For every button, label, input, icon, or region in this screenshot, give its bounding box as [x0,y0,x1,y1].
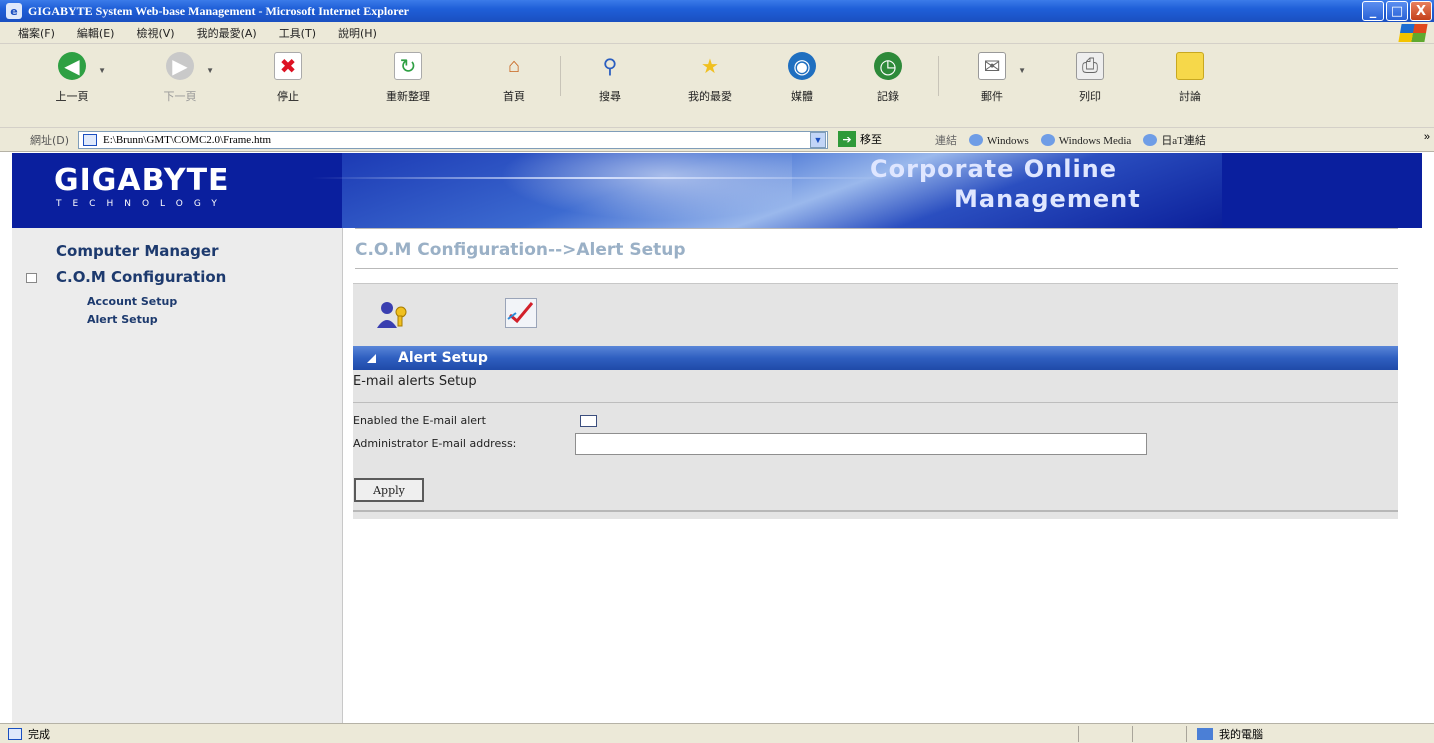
checkmark-icon [507,302,534,324]
go-arrow-icon: ➔ [838,131,856,147]
security-zone: 我的電腦 [1197,726,1263,742]
link-free[interactable]: 日aT連結 [1143,132,1206,148]
menu-favorites[interactable]: 我的最愛(A) [197,25,257,41]
forward-button[interactable]: ▶ 下一頁 ▼ [150,52,214,104]
top-rule [355,228,1398,229]
sidebar-item-account-setup[interactable]: Account Setup [87,295,177,308]
menu-edit[interactable]: 編輯(E) [77,25,115,41]
media-globe-icon: ◉ [788,52,816,80]
home-icon: ⌂ [507,54,521,77]
computer-icon [1197,728,1213,740]
links-label: 連結 [935,135,957,147]
page-icon [83,134,97,146]
ie-icon: e [6,3,22,19]
admin-email-label: Administrator E-mail address: [353,437,517,450]
home-button[interactable]: ⌂ 首頁 [484,52,544,104]
back-arrow-icon: ◀ [58,52,86,80]
banner-title-line1: Corporate Online [870,155,1118,183]
menu-help[interactable]: 說明(H) [338,25,377,41]
history-button[interactable]: ◷ 記錄 [858,52,918,104]
toolbar: ◀ 上一頁 ▼ ▶ 下一頁 ▼ ✖ 停止 ↻ 重新整理 ⌂ 首頁 ⚲ 搜尋 ★ … [0,44,1434,128]
email-alerts-heading: E-mail alerts Setup [353,374,477,389]
section-triangle-icon [367,353,376,363]
banner: GIGABYTE TECHNOLOGY Corporate Online Man… [12,153,1422,228]
go-button[interactable]: ➔ 移至 [838,131,882,147]
status-text: 完成 [28,727,50,741]
menu-file[interactable]: 檔案(F) [18,25,55,41]
section-header: Alert Setup [353,346,1398,370]
banner-title-line2: Management [954,185,1141,213]
address-dropdown-icon[interactable]: ▼ [810,132,826,148]
refresh-button[interactable]: ↻ 重新整理 [378,52,438,104]
refresh-icon: ↻ [394,52,422,80]
favorites-button[interactable]: ★ 我的最愛 [680,52,740,104]
link-windows-media[interactable]: Windows Media [1041,134,1132,147]
print-icon: ⎙ [1076,52,1104,80]
menu-view[interactable]: 檢視(V) [136,25,174,41]
admin-email-input[interactable] [575,433,1147,455]
menu-tools[interactable]: 工具(T) [279,25,316,41]
section-title: Alert Setup [398,350,488,366]
page-title: C.O.M Configuration-->Alert Setup [355,240,686,260]
favorites-star-icon: ★ [701,55,719,78]
mail-icon: ✉ [978,52,1006,80]
stop-icon: ✖ [274,52,302,80]
discuss-button[interactable]: 討論 [1160,52,1220,104]
status-page-icon [8,727,22,740]
minimize-button[interactable]: _ [1362,1,1384,21]
address-bar: 網址(D) E:\Brunn\GMT\COMC2.0\Frame.htm ▼ ➔… [0,128,1434,152]
close-button[interactable]: X [1410,1,1432,21]
section-divider [353,402,1398,403]
address-url: E:\Brunn\GMT\COMC2.0\Frame.htm [103,134,272,146]
address-field[interactable]: E:\Brunn\GMT\COMC2.0\Frame.htm [78,131,828,149]
stop-button[interactable]: ✖ 停止 [258,52,318,104]
mail-dropdown-icon[interactable]: ▼ [1018,66,1026,75]
window-title-bar: e GIGABYTE System Web-base Management - … [0,0,1434,22]
enable-email-alert-label: Enabled the E-mail alert [353,414,486,427]
sidebar-computer-manager[interactable]: Computer Manager [56,242,218,260]
banner-light [472,153,792,228]
collapse-toggle-icon[interactable] [26,273,37,283]
sidebar: Computer Manager C.O.M Configuration Acc… [12,228,343,723]
main-content: C.O.M Configuration-->Alert Setup Alert … [343,228,1422,723]
status-separator [1078,726,1079,742]
link-windows[interactable]: Windows [969,134,1029,147]
banner-streak [312,177,892,179]
panel-bottom-rule [353,510,1398,512]
links-more-icon[interactable]: » [1424,131,1430,143]
back-dropdown-icon[interactable]: ▼ [98,66,106,75]
forward-dropdown-icon[interactable]: ▼ [206,66,214,75]
menu-bar: 檔案(F) 編輯(E) 檢視(V) 我的最愛(A) 工具(T) 說明(H) [0,22,1434,44]
status-bar: 完成 我的電腦 [0,723,1434,743]
address-label: 網址(D) [30,133,70,147]
maximize-button[interactable]: □ [1386,1,1408,21]
search-icon: ⚲ [602,55,618,78]
window-controls: _ □ X [1362,1,1432,21]
links-bar: 連結 Windows Windows Media 日aT連結 [935,132,1206,148]
alert-panel: Alert Setup E-mail alerts Setup Enabled … [353,283,1398,519]
search-button[interactable]: ⚲ 搜尋 [580,52,640,104]
forward-arrow-icon: ▶ [166,52,194,80]
status-separator [1132,726,1133,742]
window-title: GIGABYTE System Web-base Management - Mi… [28,3,409,18]
windows-logo-icon [1398,24,1428,42]
history-icon: ◷ [874,52,902,80]
media-button[interactable]: ◉ 媒體 [772,52,832,104]
sidebar-com-configuration[interactable]: C.O.M Configuration [56,268,226,286]
account-setup-icon[interactable] [375,300,411,330]
toolbar-separator [560,56,561,96]
back-button[interactable]: ◀ 上一頁 ▼ [42,52,106,104]
gigabyte-logo: GIGABYTE [54,163,230,198]
alert-setup-icon[interactable] [505,298,537,328]
print-button[interactable]: ⎙ 列印 [1060,52,1120,104]
toolbar-separator [938,56,939,96]
mail-button[interactable]: ✉ 郵件 ▼ [962,52,1026,104]
enable-email-alert-checkbox[interactable] [580,415,597,427]
apply-button[interactable]: Apply [354,478,424,502]
discuss-icon [1176,52,1204,80]
title-rule [355,268,1398,269]
sidebar-item-alert-setup[interactable]: Alert Setup [87,313,158,326]
logo-subtitle: TECHNOLOGY [56,199,228,209]
status-separator [1186,726,1187,742]
